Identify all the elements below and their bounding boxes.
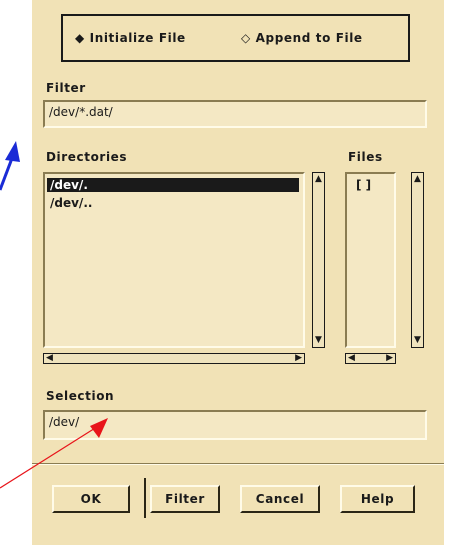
scroll-down-icon[interactable]: ▼	[412, 336, 423, 345]
selection-label: Selection	[46, 389, 115, 403]
directories-list: /dev/. /dev/..	[43, 172, 305, 348]
file-item[interactable]: [ ]	[353, 178, 374, 192]
diamond-empty-icon: ◇	[241, 31, 251, 45]
directories-label: Directories	[46, 150, 128, 164]
radio-initialize-file-label: Initialize File	[89, 31, 186, 45]
scroll-right-icon[interactable]: ▶	[386, 354, 393, 363]
scroll-down-icon[interactable]: ▼	[313, 336, 324, 345]
cancel-button[interactable]: Cancel	[240, 485, 320, 513]
scroll-left-icon[interactable]: ◀	[46, 354, 53, 363]
files-label: Files	[348, 150, 383, 164]
filter-button[interactable]: Filter	[150, 485, 220, 513]
files-list: [ ]	[345, 172, 396, 348]
radio-append-to-file[interactable]: ◇ Append to File	[241, 31, 363, 45]
scroll-left-icon[interactable]: ◀	[348, 354, 355, 363]
blue-arrow-icon	[0, 141, 20, 191]
filter-label: Filter	[46, 81, 86, 95]
button-separator	[32, 463, 444, 465]
help-button[interactable]: Help	[340, 485, 415, 513]
scroll-up-icon[interactable]: ▲	[412, 175, 423, 184]
directory-item[interactable]: /dev/.	[47, 178, 299, 192]
file-mode-radio-group: ◆ Initialize File ◇ Append to File	[61, 14, 410, 62]
default-button-divider	[144, 478, 146, 518]
directories-vertical-scrollbar[interactable]: ▲ ▼	[312, 172, 325, 348]
files-horizontal-scrollbar[interactable]: ◀ ▶	[345, 353, 396, 364]
diamond-filled-icon: ◆	[75, 31, 85, 45]
directories-horizontal-scrollbar[interactable]: ◀ ▶	[43, 353, 305, 364]
radio-initialize-file[interactable]: ◆ Initialize File	[75, 31, 186, 45]
radio-append-to-file-label: Append to File	[255, 31, 363, 45]
files-vertical-scrollbar[interactable]: ▲ ▼	[411, 172, 424, 348]
scroll-right-icon[interactable]: ▶	[295, 354, 302, 363]
directory-item[interactable]: /dev/..	[47, 196, 95, 210]
ok-button[interactable]: OK	[52, 485, 130, 513]
selection-input[interactable]: /dev/	[43, 410, 427, 440]
filter-input[interactable]: /dev/*.dat/	[43, 100, 427, 128]
scroll-up-icon[interactable]: ▲	[313, 175, 324, 184]
